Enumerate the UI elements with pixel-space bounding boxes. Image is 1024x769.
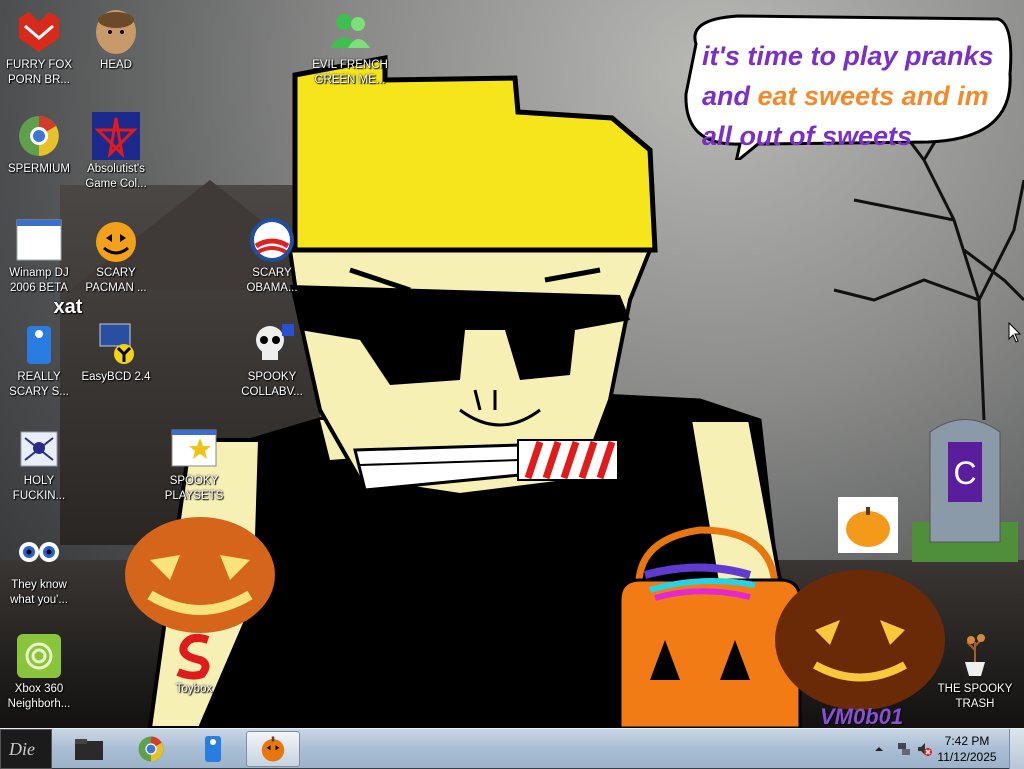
bubble-line-1: it's time to play pranks [702, 41, 994, 71]
xbox-neighborhood-icon [17, 634, 61, 678]
volume-tray-button[interactable] [916, 741, 932, 762]
desktop-icon-absolutist[interactable]: Absolutist's Game Col... [77, 112, 155, 192]
desktop-icon-head[interactable]: HEAD [77, 8, 155, 73]
icon-label: REALLY SCARY S... [9, 371, 69, 398]
eyes-icon [19, 542, 59, 562]
icon-label: Xbox 360 Neighborh... [7, 683, 71, 710]
bubble-line-2: and eat sweets and im [702, 76, 1002, 116]
head-face-icon [96, 10, 136, 54]
watermark-text: VM0b01 [820, 704, 904, 728]
icon-label: THE SPOOKY TRASH [937, 683, 1013, 710]
pumpkin-icon [261, 736, 285, 762]
window-app-icon [16, 219, 62, 261]
show-hidden-icons-button[interactable] [874, 741, 884, 759]
mouse-cursor-icon [1008, 322, 1022, 343]
icon-label: SPOOKY PLAYSETS [164, 475, 224, 502]
xat-app-icon [27, 326, 51, 364]
desktop-icon-scary-pacman[interactable]: SCARY PACMAN ... [77, 216, 155, 296]
jack-o-lantern-icon [96, 222, 136, 262]
icon-label: EasyBCD 2.4 [81, 371, 151, 383]
fox-logo-icon [19, 12, 59, 52]
show-desktop-button[interactable] [1009, 729, 1024, 769]
taskbar-folder-button[interactable] [62, 731, 116, 767]
desktop-icon-furry-fox[interactable]: FURRY FOX PORN BR... [0, 8, 78, 88]
icon-label: They know what you'... [10, 579, 68, 606]
xat-badge: xat [38, 297, 98, 317]
gravestone-widget: C [912, 412, 1018, 562]
icon-label: SPOOKY COLLABV... [241, 371, 303, 398]
bubble-line-2-orange: eat sweets and im [757, 81, 989, 111]
taskbar-browser-button[interactable] [124, 731, 178, 767]
pumpkin-photo [838, 497, 898, 553]
desktop-icon-toybox[interactable]: Toybox [155, 632, 233, 697]
icon-label: Absolutist's Game Col... [85, 163, 147, 190]
desktop-background: it's time to play pranks and eat sweets … [0, 0, 1024, 728]
svg-text:C: C [953, 455, 976, 491]
bubble-line-3: all out of sweets [702, 121, 913, 151]
desktop-icon-evil-french[interactable]: EVIL FRENCH GREEN ME... [311, 8, 389, 88]
network-tray-button[interactable] [896, 741, 912, 762]
speech-bubble: it's time to play pranks and eat sweets … [678, 14, 1016, 166]
xat-badge-text: xat [53, 296, 83, 318]
clock-time: 7:42 PM [944, 734, 990, 748]
taskbar-pumpkin-button[interactable] [246, 731, 300, 767]
skull-icon [256, 324, 294, 360]
taskbar-xat-button[interactable] [186, 731, 240, 767]
icon-label: EVIL FRENCH GREEN ME... [312, 59, 388, 86]
bubble-line-2-purple: and [702, 81, 758, 111]
desktop-icon-spooky-collab[interactable]: SPOOKY COLLABV... [233, 320, 311, 400]
volume-muted-icon [918, 743, 932, 756]
taskbar-clock[interactable]: 7:42 PM 11/12/2025 [932, 733, 1002, 765]
potted-plant-icon [965, 634, 985, 676]
desktop-icon-spermium[interactable]: SPERMIUM [0, 112, 78, 177]
desktop-icon-holy[interactable]: HOLY FUCKIN... [0, 424, 78, 504]
spider-app-icon [20, 431, 58, 467]
clock-date: 11/12/2025 [937, 750, 997, 764]
icon-label: HEAD [100, 59, 132, 71]
exe-star-icon [171, 429, 217, 467]
xat-icon [205, 736, 221, 762]
icon-label: Toybox [175, 683, 213, 695]
chrome-style-icon [19, 116, 59, 156]
icon-label: SCARY PACMAN ... [85, 267, 147, 294]
icon-label: FURRY FOX PORN BR... [5, 59, 73, 86]
icon-label: SPERMIUM [8, 163, 70, 175]
desktop-icon-winamp[interactable]: Winamp DJ 2006 BETA [0, 216, 78, 296]
chrome-icon [138, 736, 164, 762]
desktop-icon-xbox[interactable]: Xbox 360 Neighborh... [0, 632, 78, 712]
icon-label: SCARY OBAMA... [246, 267, 298, 294]
start-button[interactable]: Die [0, 729, 52, 769]
computer-radiation-icon [99, 323, 134, 364]
desktop-icon-spooky-playsets[interactable]: SPOOKY PLAYSETS [155, 424, 233, 504]
chevron-up-icon [875, 747, 883, 751]
desktop-icon-scary-obama[interactable]: SCARY OBAMA... [233, 216, 311, 296]
taskbar: Die 7:42 PM 11/12/2025 [0, 728, 1024, 769]
desktop-icon-really-scary[interactable]: REALLY SCARY S... [0, 320, 78, 400]
icon-label: Winamp DJ 2006 BETA [9, 267, 69, 294]
start-label: Die [9, 739, 35, 759]
folder-icon [75, 739, 103, 760]
obama-logo-icon [250, 218, 294, 262]
messenger-users-icon [330, 14, 370, 48]
network-icon [898, 743, 910, 755]
desktop-icon-easybcd[interactable]: EasyBCD 2.4 [77, 320, 155, 385]
desktop-icon-they-know[interactable]: They know what you'... [0, 528, 78, 608]
toybox-s-icon [176, 634, 210, 680]
icon-label: HOLY FUCKIN... [12, 475, 66, 502]
absolutist-star-icon [92, 112, 140, 160]
desktop-icon-spooky-trash[interactable]: THE SPOOKY TRASH [934, 632, 1016, 712]
